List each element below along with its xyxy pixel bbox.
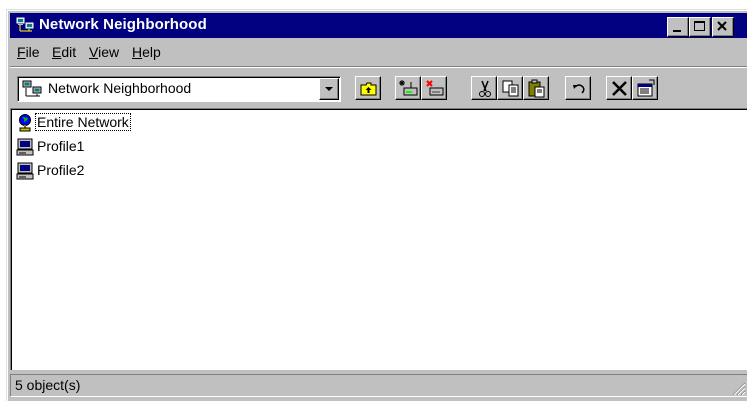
menu-separator: [10, 66, 747, 68]
disconnect-drive-icon: [426, 80, 444, 96]
computer-icon: [16, 138, 34, 156]
resize-grip-icon[interactable]: [730, 380, 746, 396]
file-list-view[interactable]: Entire Network Profile1 Profile2: [10, 108, 747, 370]
disconnect-drive-button[interactable]: [421, 76, 447, 100]
maximize-button[interactable]: [689, 17, 711, 37]
copy-button[interactable]: [497, 76, 523, 100]
close-icon: [717, 21, 727, 31]
computer-icon: [16, 162, 34, 180]
window-title: Network Neighborhood: [39, 16, 207, 33]
up-one-level-button[interactable]: [355, 76, 381, 100]
paste-button[interactable]: [523, 76, 549, 100]
globe-network-icon: [16, 114, 34, 132]
map-drive-icon: [399, 80, 418, 96]
delete-icon: [612, 81, 627, 96]
properties-button[interactable]: [632, 76, 658, 100]
item-label: Profile2: [37, 162, 85, 178]
address-combobox[interactable]: Network Neighborhood: [17, 76, 341, 102]
network-neighborhood-icon: [16, 17, 34, 33]
delete-button[interactable]: [606, 76, 632, 100]
close-button[interactable]: [712, 17, 734, 37]
minimize-button[interactable]: [667, 17, 689, 37]
undo-icon: [573, 84, 585, 94]
toolbar: Network Neighborhood: [10, 70, 747, 106]
cut-button[interactable]: [471, 76, 497, 100]
network-neighborhood-icon: [22, 80, 42, 98]
explorer-window: Network Neighborhood File Edit View Help: [6, 9, 747, 401]
status-pane: 5 object(s): [10, 374, 747, 397]
folder-up-icon: [360, 82, 377, 96]
properties-icon: [637, 79, 655, 97]
status-text: 5 object(s): [15, 377, 81, 393]
menu-bar: File Edit View Help: [10, 40, 747, 64]
scissors-icon: [479, 80, 491, 97]
chevron-down-icon: [325, 87, 333, 91]
menu-view[interactable]: View: [89, 44, 119, 60]
copy-icon: [502, 80, 519, 97]
item-label: Profile1: [37, 138, 85, 154]
undo-button[interactable]: [565, 76, 591, 100]
maximize-icon: [694, 21, 705, 31]
minimize-icon: [673, 30, 681, 32]
status-bar: 5 object(s): [10, 371, 747, 398]
address-dropdown-button[interactable]: [319, 78, 339, 100]
menu-edit[interactable]: Edit: [52, 44, 76, 60]
map-network-drive-button[interactable]: [395, 76, 421, 100]
paste-icon: [528, 79, 545, 98]
menu-help[interactable]: Help: [132, 44, 161, 60]
title-bar[interactable]: Network Neighborhood: [10, 13, 747, 38]
menu-file[interactable]: File: [17, 44, 40, 60]
item-label: Entire Network: [35, 113, 131, 131]
address-value: Network Neighborhood: [48, 80, 192, 96]
